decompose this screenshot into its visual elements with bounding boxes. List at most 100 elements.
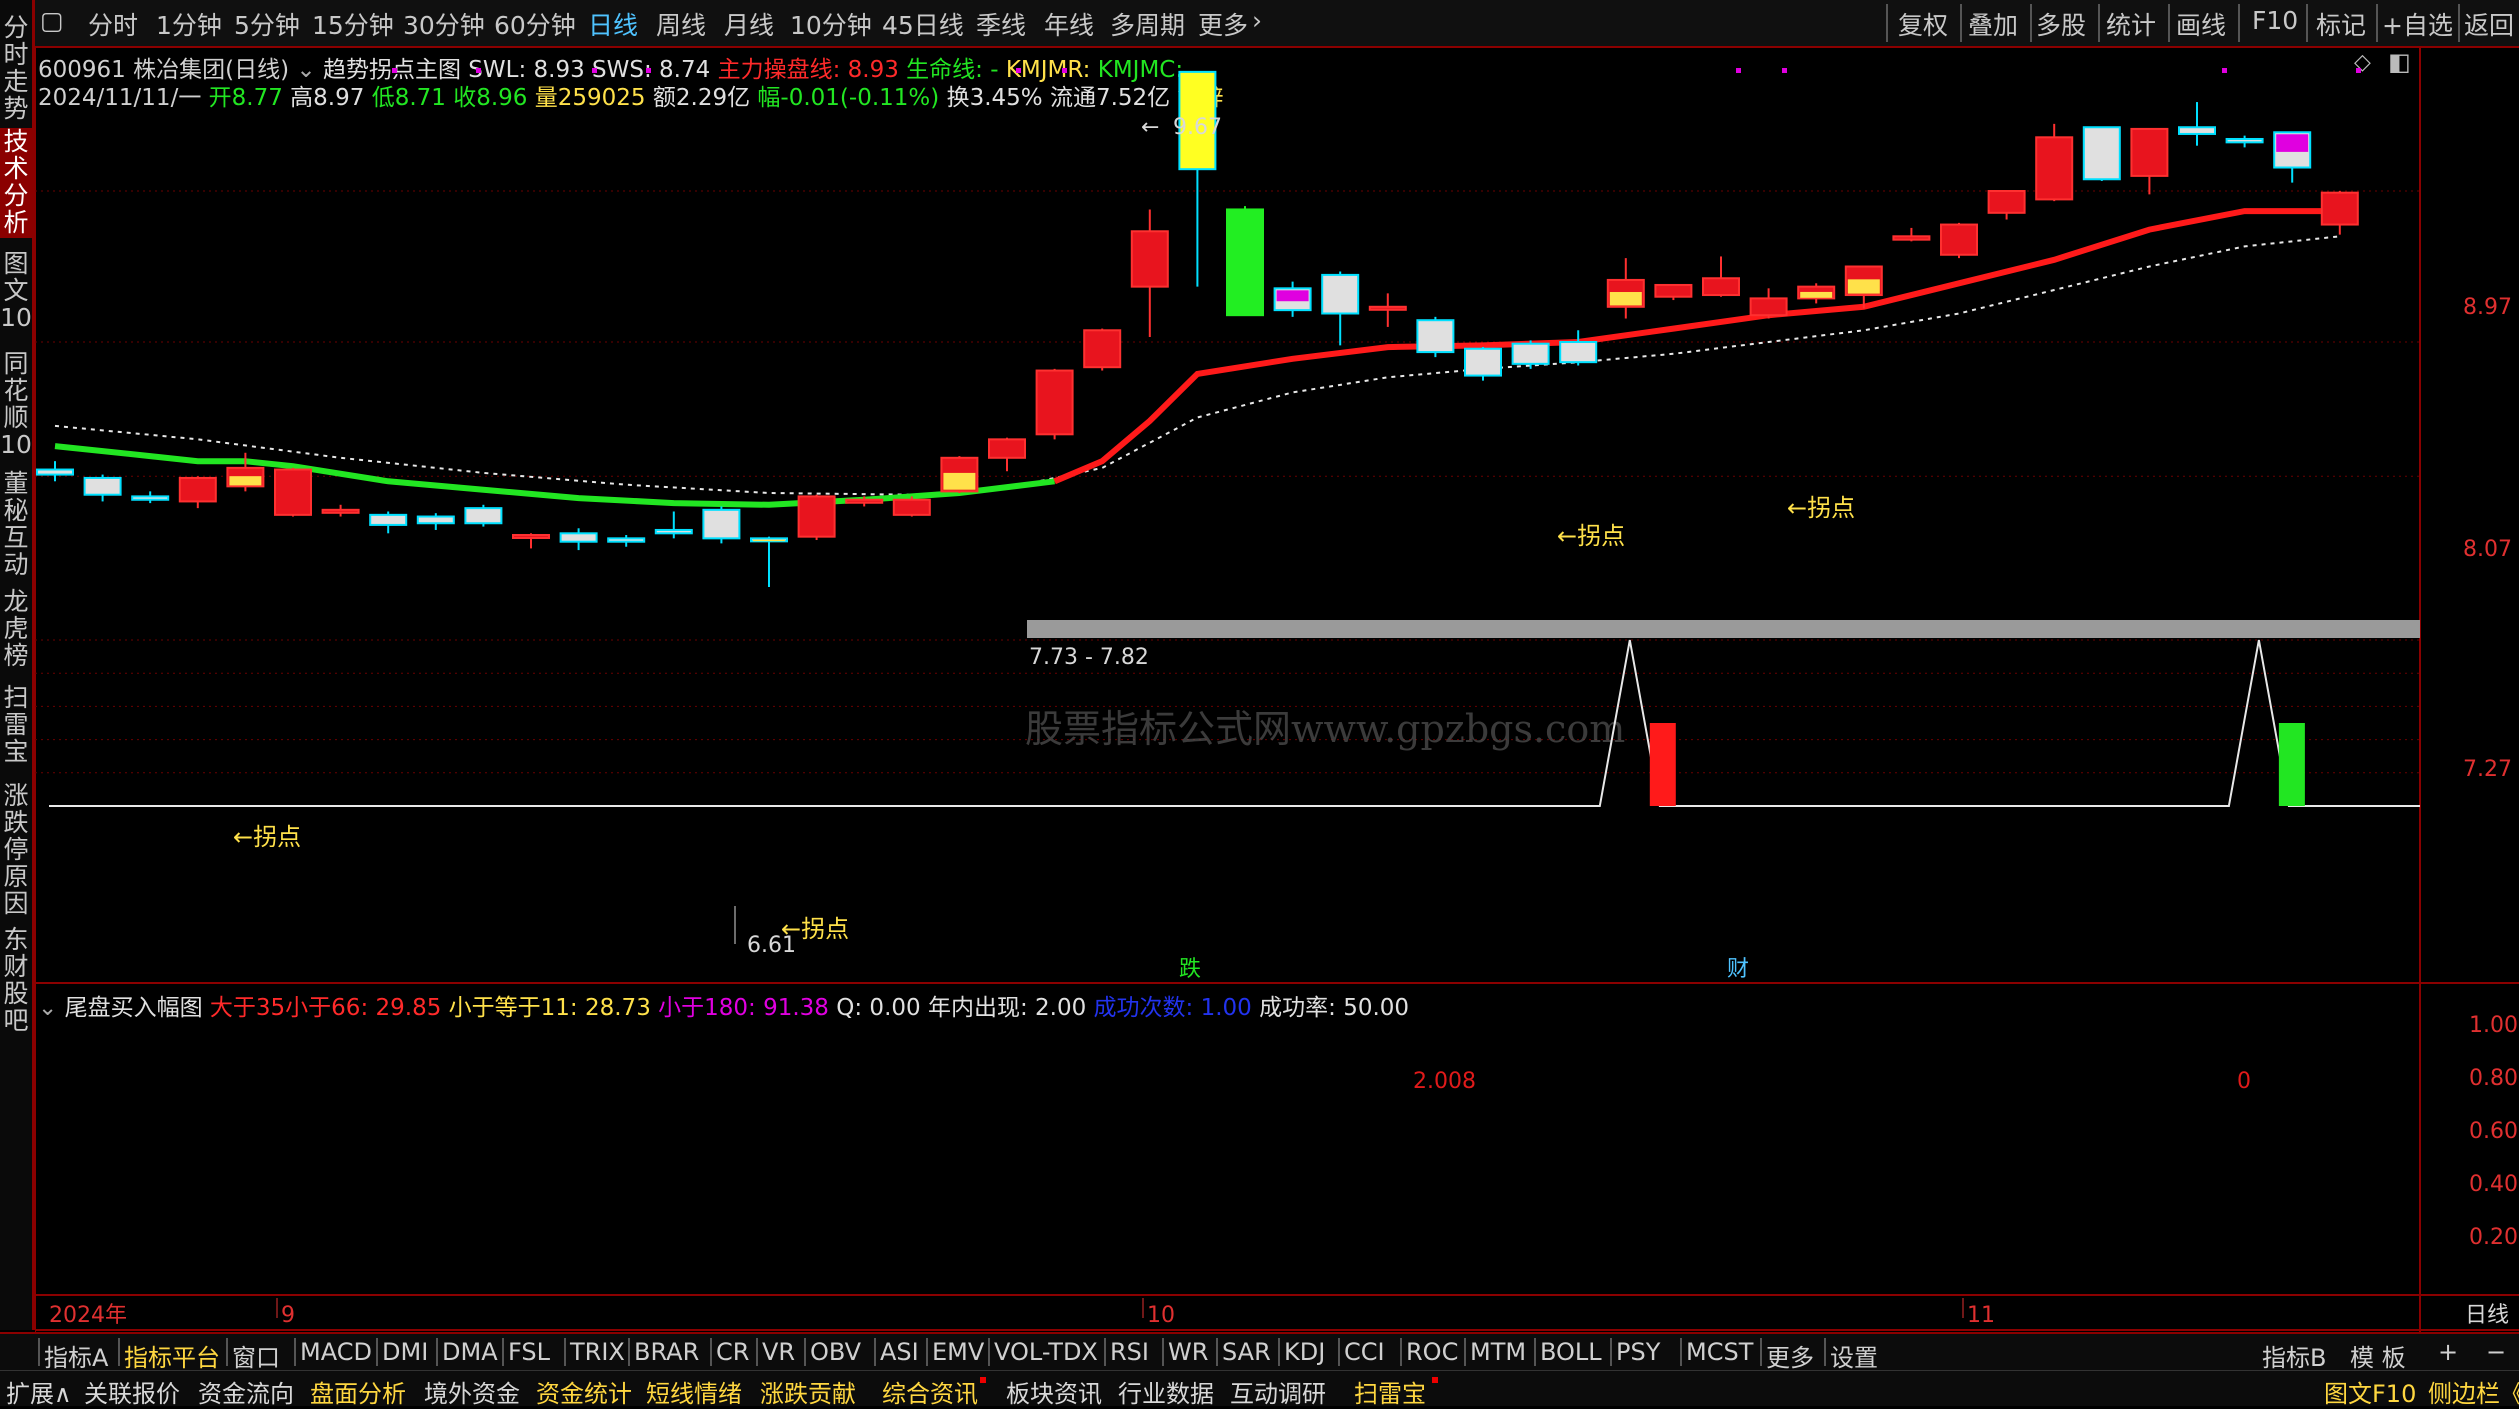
indicator-25[interactable]: 更多 xyxy=(1766,1338,1814,1373)
indicator-7[interactable]: TRIX xyxy=(570,1338,625,1366)
candle[interactable] xyxy=(1559,341,1598,364)
indicator-10[interactable]: VR xyxy=(762,1338,795,1366)
candle[interactable] xyxy=(892,498,931,516)
period-multi[interactable]: 多周期 xyxy=(1110,6,1185,42)
indicator-6[interactable]: FSL xyxy=(508,1338,550,1366)
sidetab-timeshare[interactable]: 分时走势 xyxy=(0,14,32,124)
indicator-21[interactable]: MTM xyxy=(1470,1338,1526,1366)
indicator-0[interactable]: 指标A xyxy=(44,1338,108,1373)
indicator-26[interactable]: 设置 xyxy=(1830,1338,1878,1373)
candle[interactable] xyxy=(607,537,646,543)
candle[interactable] xyxy=(274,468,312,516)
indicator-23[interactable]: PSY xyxy=(1616,1338,1660,1366)
period-fenshi[interactable]: 分时 xyxy=(88,6,138,42)
period-10min[interactable]: 10分钟 xyxy=(790,6,872,42)
candle[interactable] xyxy=(2225,137,2264,144)
period-weekly[interactable]: 周线 xyxy=(656,6,706,42)
func-7[interactable]: 涨跌贡献 xyxy=(760,1374,856,1409)
template-button[interactable]: 模 板 xyxy=(2350,1338,2406,1373)
candle[interactable] xyxy=(2082,126,2121,181)
candle[interactable] xyxy=(1464,347,1502,377)
indicator-3[interactable]: MACD xyxy=(300,1338,372,1366)
func-9[interactable]: 板块资讯 xyxy=(1006,1374,1102,1409)
period-yearly[interactable]: 年线 xyxy=(1044,6,1094,42)
minus-button[interactable]: − xyxy=(2486,1338,2506,1366)
period-45day[interactable]: 45日线 xyxy=(882,6,964,42)
multi-stock-button[interactable]: 多股 xyxy=(2036,6,2086,42)
indicator-11[interactable]: OBV xyxy=(810,1338,861,1366)
sidetab-dongmi[interactable]: 董秘互动 xyxy=(0,470,32,580)
period-15min[interactable]: 15分钟 xyxy=(312,6,394,42)
candle[interactable] xyxy=(369,513,408,526)
func-8[interactable]: 综合资讯 xyxy=(882,1374,978,1409)
candle[interactable] xyxy=(1083,329,1122,369)
period-60min[interactable]: 60分钟 xyxy=(494,6,576,42)
statistics-button[interactable]: 统计 xyxy=(2106,6,2156,42)
indicator-14[interactable]: VOL-TDX xyxy=(994,1338,1098,1366)
candle[interactable] xyxy=(2130,127,2169,177)
sidetab-saolei[interactable]: 扫雷宝 xyxy=(0,684,32,768)
candle[interactable] xyxy=(1511,342,1550,365)
indicator-18[interactable]: KDJ xyxy=(1284,1338,1325,1366)
sidetab-longhu[interactable]: 龙虎榜 xyxy=(0,588,32,672)
candle[interactable] xyxy=(702,508,741,540)
f10-button[interactable]: F10 xyxy=(2252,6,2298,35)
candle[interactable] xyxy=(654,528,693,535)
candle[interactable] xyxy=(1892,235,1931,241)
indicator-1[interactable]: 指标平台 xyxy=(124,1338,220,1373)
sidetab-ths[interactable]: 同花顺10 xyxy=(0,350,32,460)
indicator-9[interactable]: CR xyxy=(716,1338,749,1366)
indicator-8[interactable]: BRAR xyxy=(634,1338,699,1366)
mark-button[interactable]: 标记 xyxy=(2316,6,2366,42)
draw-line-button[interactable]: 画线 xyxy=(2176,6,2226,42)
add-watchlist-button[interactable]: +自选 xyxy=(2382,6,2453,42)
candle[interactable] xyxy=(131,495,170,501)
indicator-13[interactable]: EMV xyxy=(932,1338,984,1366)
func-5[interactable]: 资金统计 xyxy=(536,1374,632,1409)
sidetab-guba[interactable]: 东财股吧 xyxy=(0,926,32,1036)
candle[interactable] xyxy=(321,508,360,514)
candle[interactable] xyxy=(1702,277,1740,297)
candle[interactable] xyxy=(1035,369,1074,436)
period-monthly[interactable]: 月线 xyxy=(724,6,774,42)
plus-button[interactable]: + xyxy=(2438,1338,2458,1366)
period-quarterly[interactable]: 季线 xyxy=(976,6,1026,42)
tuwen-f10-button[interactable]: 图文F10 xyxy=(2324,1374,2416,1409)
period-1min[interactable]: 1分钟 xyxy=(156,6,222,42)
candle[interactable] xyxy=(988,438,1026,459)
candle[interactable] xyxy=(2178,126,2216,135)
period-30min[interactable]: 30分钟 xyxy=(403,6,485,42)
candle[interactable] xyxy=(1130,230,1169,288)
func-6[interactable]: 短线情绪 xyxy=(646,1374,742,1409)
menu-icon[interactable]: ▢ xyxy=(40,6,64,35)
func-11[interactable]: 互动调研 xyxy=(1230,1374,1326,1409)
candle[interactable] xyxy=(1654,283,1693,298)
candle[interactable] xyxy=(1987,190,2026,214)
period-daily[interactable]: 日线 xyxy=(588,6,638,42)
candle[interactable] xyxy=(559,532,598,543)
func-10[interactable]: 行业数据 xyxy=(1118,1374,1214,1409)
candle[interactable] xyxy=(2320,191,2359,226)
indicator-4[interactable]: DMI xyxy=(382,1338,428,1366)
indicator-b-button[interactable]: 指标B xyxy=(2262,1338,2326,1373)
candle[interactable] xyxy=(1368,305,1407,311)
back-button[interactable]: 返回 xyxy=(2464,6,2514,42)
candle[interactable] xyxy=(36,468,74,476)
sidetab-technical[interactable]: 技术分析 xyxy=(0,128,32,238)
func-2[interactable]: 资金流向 xyxy=(198,1374,294,1409)
indicator-17[interactable]: SAR xyxy=(1222,1338,1271,1366)
indicator-2[interactable]: 窗口 xyxy=(232,1338,280,1373)
kline-chart[interactable]: 7.73 - 7.82 股票指标公式网www.gpzbgs.com 9.67 ←… xyxy=(35,48,2519,1332)
indicator-22[interactable]: BOLL xyxy=(1540,1338,1602,1366)
candle[interactable] xyxy=(83,476,122,496)
candle[interactable] xyxy=(1749,297,1788,317)
sub-title[interactable]: 尾盘买入幅图 xyxy=(65,995,203,1021)
overlay-button[interactable]: 叠加 xyxy=(1968,6,2018,42)
func-3[interactable]: 盘面分析 xyxy=(310,1374,406,1409)
indicator-12[interactable]: ASI xyxy=(880,1338,919,1366)
func-12[interactable]: 扫雷宝 xyxy=(1354,1374,1426,1409)
candle[interactable] xyxy=(416,515,455,525)
candle[interactable] xyxy=(512,533,550,539)
fuquan-button[interactable]: 复权 xyxy=(1898,6,1948,42)
indicator-19[interactable]: CCI xyxy=(1344,1338,1385,1366)
